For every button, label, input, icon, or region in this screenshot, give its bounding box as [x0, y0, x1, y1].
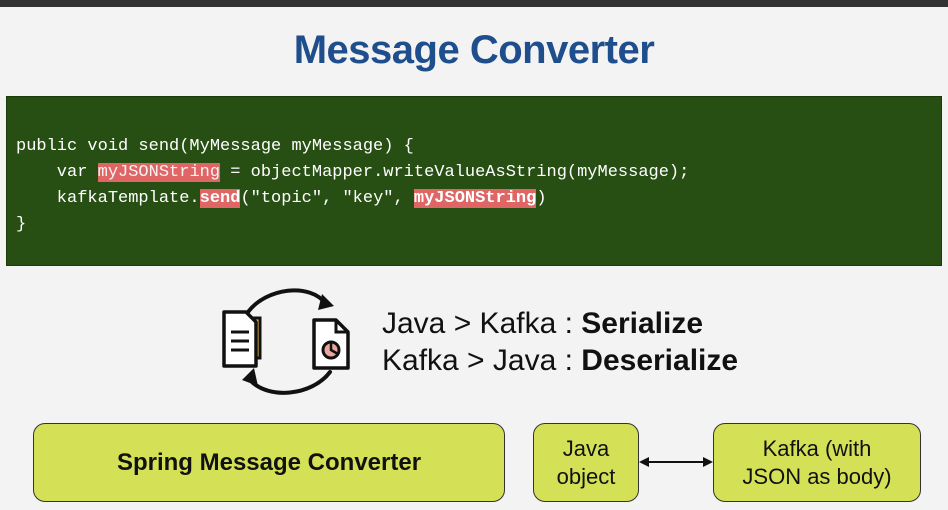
kafka-box-label: Kafka (with JSON as body) [742, 435, 891, 491]
code-highlight-argument: myJSONString [413, 189, 537, 208]
java-object-box: Java object [533, 423, 639, 502]
serialize-line: Java > Kafka : Serialize [382, 305, 738, 342]
code-line-2: var myJSONString = objectMapper.writeVal… [16, 163, 689, 182]
code-highlight-send: send [199, 189, 241, 208]
code-line-1: public void send(MyMessage myMessage) { [16, 137, 414, 156]
conversion-icon-group [222, 288, 350, 395]
spring-message-converter-box: Spring Message Converter [33, 423, 505, 502]
code-segment: kafkaTemplate. [16, 189, 200, 208]
java-box-label: Java object [557, 435, 616, 491]
deserialize-prefix: Kafka > Java : [382, 344, 582, 377]
kafka-box-line-2: JSON as body) [742, 463, 892, 489]
code-line-3: kafkaTemplate.send("topic", "key", myJSO… [16, 189, 547, 208]
code-text: public void send(MyMessage myMessage) { … [16, 134, 689, 238]
pdf-file-icon [312, 318, 350, 370]
kafka-box-line-1: Kafka (with [762, 435, 872, 461]
code-segment: ) [536, 189, 547, 208]
code-line-4: } [16, 215, 27, 234]
serialize-prefix: Java > Kafka : [382, 307, 582, 340]
code-highlight-variable: myJSONString [97, 163, 221, 182]
deserialize-keyword: Deserialize [581, 344, 739, 377]
java-box-line-2: object [556, 463, 616, 489]
kafka-json-box: Kafka (with JSON as body) [713, 423, 921, 502]
code-segment: ("topic", "key", [240, 189, 414, 208]
double-arrow-icon [639, 457, 713, 467]
code-block: public void send(MyMessage myMessage) { … [6, 96, 942, 266]
deserialize-line: Kafka > Java : Deserialize [382, 342, 738, 379]
top-bar [0, 0, 948, 7]
code-segment: = objectMapper.writeValueAsString(myMess… [220, 163, 690, 182]
document-icon [222, 310, 262, 368]
serialize-keyword: Serialize [581, 307, 704, 340]
spring-box-label: Spring Message Converter [116, 448, 422, 476]
code-segment: var [16, 163, 98, 182]
java-box-line-1: Java [562, 435, 610, 461]
conversion-description: Java > Kafka : Serialize Kafka > Java : … [382, 305, 738, 379]
page-title: Message Converter [293, 28, 655, 72]
